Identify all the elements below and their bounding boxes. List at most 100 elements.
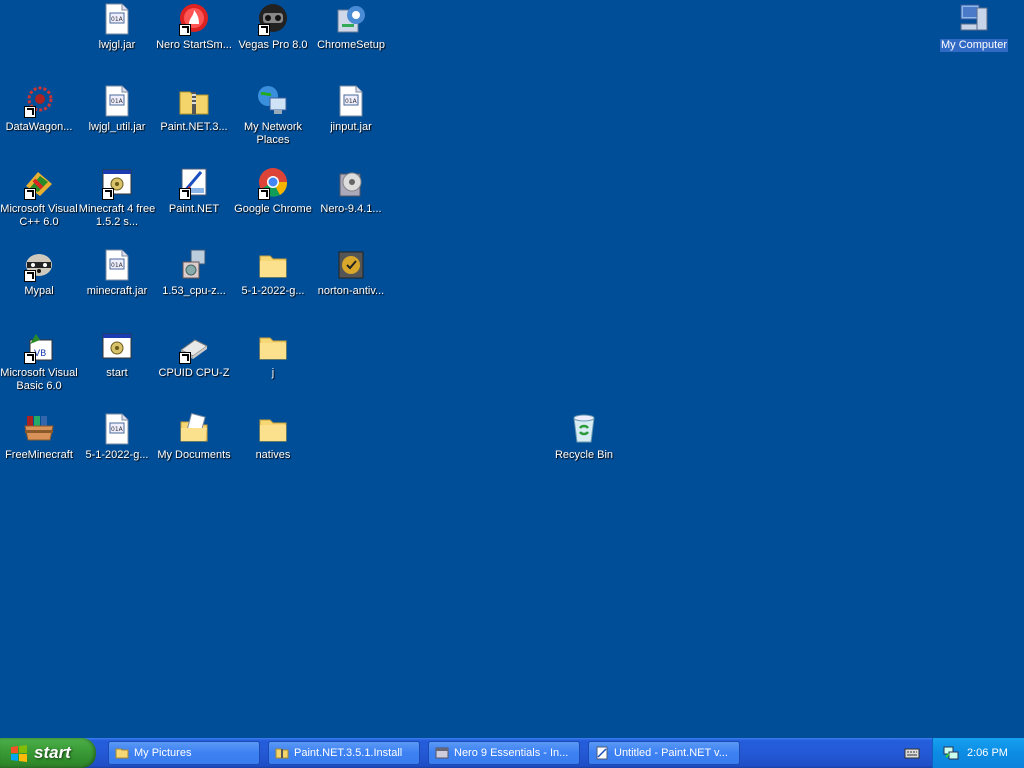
desktop-icon-minecraft-4-free[interactable]: Minecraft 4 free 1.5.2 s...	[77, 166, 157, 236]
desktop-icon-label: Vegas Pro 8.0	[238, 39, 308, 51]
desktop-icon-label: Nero-9.4.1...	[320, 203, 382, 215]
cpu-chip-icon	[177, 330, 211, 364]
desktop-icon-google-chrome[interactable]: Google Chrome	[233, 166, 313, 236]
desktop-icon-folder-j[interactable]: j	[233, 330, 313, 400]
desktop-icon-label: Microsoft Visual C++ 6.0	[0, 203, 78, 228]
desktop-icon-label: My Computer	[939, 39, 1009, 52]
taskbar-item-paintnet-install[interactable]: Paint.NET.3.5.1.Install	[268, 741, 420, 765]
nero-installer-icon	[435, 746, 449, 760]
jar-file-icon: 01A	[334, 84, 368, 118]
desktop-icon-norton-antivirus[interactable]: norton-antiv...	[311, 248, 391, 318]
desktop-icon-minecraft-jar[interactable]: 01A minecraft.jar	[77, 248, 157, 318]
jar-file-icon: 01A	[100, 248, 134, 282]
desktop-icon-nero-startsmart[interactable]: Nero StartSm...	[154, 2, 234, 72]
desktop-icon-label: minecraft.jar	[86, 285, 148, 297]
desktop-icon-vegas-pro[interactable]: Vegas Pro 8.0	[233, 2, 313, 72]
desktop-icon-label: My Documents	[157, 449, 231, 461]
desktop-icon-lwjgl-jar[interactable]: 01A lwjgl.jar	[77, 2, 157, 72]
taskbar-item-label: Paint.NET.3.5.1.Install	[294, 747, 403, 759]
svg-text:01A: 01A	[111, 426, 124, 433]
batch-file-icon	[100, 330, 134, 364]
desktop-icon-visual-basic[interactable]: VB Microsoft Visual Basic 6.0	[0, 330, 79, 400]
my-documents-icon	[177, 412, 211, 446]
taskbar-item-my-pictures[interactable]: My Pictures	[108, 741, 260, 765]
desktop-icon-my-network-places[interactable]: My Network Places	[233, 84, 313, 154]
desktop-icon-my-documents[interactable]: My Documents	[154, 412, 234, 482]
desktop-icon-datawagon[interactable]: DataWagon...	[0, 84, 79, 154]
desktop-icon-mypal[interactable]: Mypal	[0, 248, 79, 318]
paintnet-icon	[595, 746, 609, 760]
desktop-icon-paintnet[interactable]: Paint.NET	[154, 166, 234, 236]
folder-icon	[256, 248, 290, 282]
desktop-icon-label: Nero StartSm...	[156, 39, 232, 51]
desktop-icon-label: ChromeSetup	[317, 39, 385, 51]
desktop-icon-label: 5-1-2022-g...	[241, 285, 305, 297]
jar-file-icon: 01A	[100, 84, 134, 118]
desktop-icon-recycle-bin[interactable]: Recycle Bin	[544, 412, 624, 482]
desktop-icon-paintnet-zip[interactable]: Paint.NET.3...	[154, 84, 234, 154]
desktop-icon-label: My Network Places	[243, 121, 303, 146]
taskbar-item-paintnet-untitled[interactable]: Untitled - Paint.NET v...	[588, 741, 740, 765]
chrome-icon	[256, 166, 290, 200]
desktop-icon-visual-cpp[interactable]: Microsoft Visual C++ 6.0	[0, 166, 79, 236]
desktop-icon-label: 5-1-2022-g...	[85, 449, 149, 461]
jar-file-icon: 01A	[100, 2, 134, 36]
visual-cpp-icon	[22, 166, 56, 200]
setup-package-icon	[177, 248, 211, 282]
desktop-icon-label: start	[106, 367, 128, 379]
start-button[interactable]: start	[0, 738, 96, 768]
desktop-icon-start[interactable]: start	[77, 330, 157, 400]
visual-basic-icon: VB	[22, 330, 56, 364]
datawagon-icon	[22, 84, 56, 118]
desktop-icon-freeminecraft[interactable]: FreeMinecraft	[0, 412, 79, 482]
installer-icon	[334, 2, 368, 36]
desktop-icon-jar-5-1-2022[interactable]: 01A 5-1-2022-g...	[77, 412, 157, 482]
desktop-icon-folder-5-1-2022[interactable]: 5-1-2022-g...	[233, 248, 313, 318]
desktop-icon-label: 1.53_cpu-z...	[162, 285, 226, 297]
nero-flame-icon	[177, 2, 211, 36]
desktop-icon-label: FreeMinecraft	[5, 449, 73, 461]
winrar-archive-icon	[22, 412, 56, 446]
desktop-icon-chromesetup[interactable]: ChromeSetup	[311, 2, 391, 72]
desktop-icon-label: Mypal	[24, 285, 54, 297]
desktop-icon-label: CPUID CPU-Z	[158, 367, 230, 379]
vegas-pro-icon	[256, 2, 290, 36]
folder-icon	[115, 746, 129, 760]
network-tray-icon[interactable]	[943, 745, 959, 761]
desktop-icon-label: j	[271, 367, 275, 379]
taskbar-item-label: Nero 9 Essentials - In...	[454, 747, 569, 759]
desktop-icon-nero-installer[interactable]: Nero-9.4.1...	[311, 166, 391, 236]
desktop-icon-label: Microsoft Visual Basic 6.0	[0, 367, 78, 392]
desktop-icon-label: Google Chrome	[234, 203, 312, 215]
desktop-icon-cpuid-cpu-z[interactable]: CPUID CPU-Z	[154, 330, 234, 400]
desktop-icon-label: Recycle Bin	[554, 449, 614, 461]
zip-folder-icon	[275, 746, 289, 760]
desktop-icon-folder-natives[interactable]: natives	[233, 412, 313, 482]
network-places-icon	[256, 84, 290, 118]
desktop-icon-label: natives	[255, 449, 291, 461]
my-computer-icon	[957, 2, 991, 36]
desktop-icon-jinput-jar[interactable]: 01A jinput.jar	[311, 84, 391, 154]
start-label: start	[34, 743, 71, 762]
clock[interactable]: 2:06 PM	[967, 747, 1008, 759]
system-tray: 2:06 PM	[932, 738, 1024, 768]
desktop-icon-label: Paint.NET.3...	[160, 121, 228, 133]
taskbar-item-label: Untitled - Paint.NET v...	[614, 747, 728, 759]
taskbar: start My Pictures Paint.NET.3.5.1.Instal…	[0, 738, 1024, 768]
mypal-raccoon-icon	[22, 248, 56, 282]
desktop-icon-label: DataWagon...	[5, 121, 73, 133]
keyboard-icon[interactable]	[904, 746, 920, 760]
desktop-icon-cpu-z-setup[interactable]: 1.53_cpu-z...	[154, 248, 234, 318]
desktop-icon-my-computer[interactable]: My Computer	[934, 2, 1014, 72]
desktop[interactable]: 01A lwjgl.jar Nero StartSm... Vegas Pro …	[0, 0, 1024, 738]
desktop-icon-label: Minecraft 4 free 1.5.2 s...	[78, 203, 156, 228]
taskbar-item-nero-essentials[interactable]: Nero 9 Essentials - In...	[428, 741, 580, 765]
svg-text:01A: 01A	[345, 98, 358, 105]
svg-text:01A: 01A	[111, 98, 124, 105]
norton-icon	[334, 248, 368, 282]
jar-file-icon: 01A	[100, 412, 134, 446]
desktop-icon-lwjgl-util-jar[interactable]: 01A lwjgl_util.jar	[77, 84, 157, 154]
folder-icon	[256, 412, 290, 446]
svg-text:01A: 01A	[111, 262, 124, 269]
desktop-icon-label: lwjgl_util.jar	[88, 121, 146, 133]
